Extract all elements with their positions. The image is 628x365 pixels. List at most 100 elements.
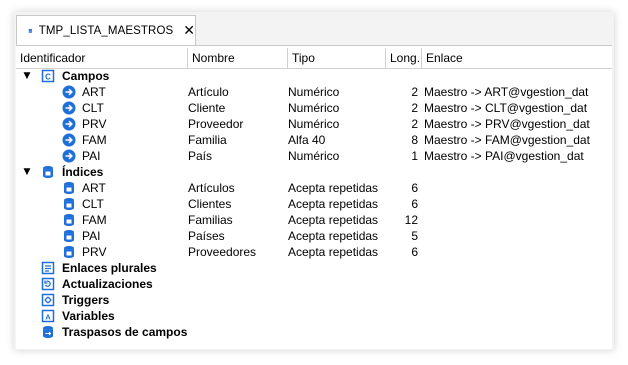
row-long: 6 — [411, 181, 418, 195]
row-id: ART — [82, 85, 106, 99]
row-id: PAI — [82, 149, 101, 163]
index-icon — [64, 246, 74, 258]
row-id: ART — [82, 181, 106, 195]
row-nombre: Familias — [188, 213, 233, 227]
triggers-icon — [41, 293, 55, 307]
row-long: 1 — [411, 149, 418, 163]
index-icon — [64, 198, 74, 210]
table-row[interactable]: ART Artículos Acepta repetidas 6 — [16, 180, 612, 196]
tab-title: TMP_LISTA_MAESTROS — [38, 24, 174, 37]
tab-tmp-lista-maestros[interactable]: TMP_LISTA_MAESTROS ✕ — [16, 15, 196, 45]
node-label: Índices — [62, 165, 104, 179]
row-tipo: Acepta repetidas — [288, 213, 379, 227]
row-id: PRV — [82, 245, 107, 259]
table-row[interactable]: PAI Países Acepta repetidas 5 — [16, 228, 612, 244]
row-tipo: Acepta repetidas — [288, 181, 379, 195]
svg-text:C: C — [45, 73, 51, 82]
tree-node-actualizaciones[interactable]: Actualizaciones — [16, 276, 612, 292]
row-nombre: Países — [188, 229, 225, 243]
row-tipo: Numérico — [288, 117, 340, 131]
row-id: FAM — [82, 213, 107, 227]
row-id: PAI — [82, 229, 101, 243]
row-long: 5 — [411, 229, 418, 243]
row-long: 12 — [404, 213, 418, 227]
row-long: 2 — [411, 117, 418, 131]
updates-icon — [41, 277, 55, 291]
table-row[interactable]: CLT Clientes Acepta repetidas 6 — [16, 196, 612, 212]
table-row[interactable]: PAI País Numérico 1 Maestro -> PAI@vgest… — [16, 148, 612, 164]
row-enlace: Maestro -> PAI@vgestion_dat — [424, 149, 584, 163]
table-row[interactable]: FAM Familia Alfa 40 8 Maestro -> FAM@vge… — [16, 132, 612, 148]
row-nombre: Artículo — [188, 85, 229, 99]
row-long: 6 — [411, 245, 418, 259]
row-nombre: Clientes — [188, 197, 232, 211]
row-long: 2 — [411, 85, 418, 99]
index-icon — [64, 230, 74, 242]
table-row[interactable]: CLT Cliente Numérico 2 Maestro -> CLT@vg… — [16, 100, 612, 116]
plural-links-icon — [41, 261, 55, 275]
indexes-group-icon — [43, 166, 53, 178]
database-icon — [28, 28, 33, 33]
column-header: Identificador Nombre Tipo Long. Enlace — [16, 48, 612, 69]
row-nombre: Familia — [188, 133, 227, 147]
tree-node-campos[interactable]: ▼ C Campos — [16, 68, 612, 84]
column-tipo[interactable]: Tipo — [288, 48, 386, 68]
collapse-toggle[interactable]: ▼ — [22, 164, 32, 180]
node-label: Variables — [62, 309, 115, 323]
row-tipo: Alfa 40 — [288, 133, 326, 147]
node-label: Actualizaciones — [62, 277, 153, 291]
row-nombre: Artículos — [188, 181, 235, 195]
row-long: 8 — [411, 133, 418, 147]
field-link-icon — [62, 149, 76, 163]
tree-node-variables[interactable]: A Variables — [16, 308, 612, 324]
table-row[interactable]: ART Artículo Numérico 2 Maestro -> ART@v… — [16, 84, 612, 100]
row-tipo: Acepta repetidas — [288, 245, 379, 259]
column-nombre[interactable]: Nombre — [188, 48, 288, 68]
tree-node-triggers[interactable]: Triggers — [16, 292, 612, 308]
table-row[interactable]: PRV Proveedor Numérico 2 Maestro -> PRV@… — [16, 116, 612, 132]
index-icon — [64, 182, 74, 194]
row-id: CLT — [82, 197, 104, 211]
row-tipo: Numérico — [288, 101, 340, 115]
row-nombre: Proveedor — [188, 117, 244, 131]
field-link-icon — [62, 85, 76, 99]
node-label: Triggers — [62, 293, 110, 307]
column-enlace[interactable]: Enlace — [422, 48, 612, 68]
field-link-icon — [62, 117, 76, 131]
column-identificador[interactable]: Identificador — [16, 48, 188, 68]
row-tipo: Numérico — [288, 149, 340, 163]
row-id: PRV — [82, 117, 107, 131]
row-enlace: Maestro -> FAM@vgestion_dat — [424, 133, 590, 147]
close-icon[interactable]: ✕ — [183, 23, 195, 39]
field-link-icon — [62, 101, 76, 115]
node-label: Traspasos de campos — [62, 325, 188, 339]
tree-panel: Identificador Nombre Tipo Long. Enlace ▼… — [16, 45, 612, 349]
row-tipo: Acepta repetidas — [288, 229, 379, 243]
field-link-icon — [62, 133, 76, 147]
row-enlace: Maestro -> PRV@vgestion_dat — [424, 117, 590, 131]
row-nombre: Cliente — [188, 101, 226, 115]
table-row[interactable]: FAM Familias Acepta repetidas 12 — [16, 212, 612, 228]
row-id: FAM — [82, 133, 107, 147]
column-long[interactable]: Long. — [386, 48, 422, 68]
variables-icon: A — [41, 309, 55, 323]
collapse-toggle[interactable]: ▼ — [22, 68, 32, 84]
table-row[interactable]: PRV Proveedores Acepta repetidas 6 — [16, 244, 612, 260]
row-tipo: Acepta repetidas — [288, 197, 379, 211]
row-long: 2 — [411, 101, 418, 115]
node-label: Campos — [62, 69, 110, 83]
index-icon — [64, 214, 74, 226]
field-transfer-icon — [43, 326, 53, 338]
row-tipo: Numérico — [288, 85, 340, 99]
svg-text:A: A — [45, 313, 51, 322]
row-enlace: Maestro -> ART@vgestion_dat — [424, 85, 589, 99]
tree-node-traspasos-de-campos[interactable]: Traspasos de campos — [16, 324, 612, 340]
row-long: 6 — [411, 197, 418, 211]
row-nombre: País — [188, 149, 213, 163]
tree-node-indices[interactable]: ▼ Índices — [16, 164, 612, 180]
node-label: Enlaces plurales — [62, 261, 157, 275]
row-id: CLT — [82, 101, 104, 115]
tree-node-enlaces-plurales[interactable]: Enlaces plurales — [16, 260, 612, 276]
row-nombre: Proveedores — [188, 245, 257, 259]
fields-group-icon: C — [41, 69, 55, 83]
